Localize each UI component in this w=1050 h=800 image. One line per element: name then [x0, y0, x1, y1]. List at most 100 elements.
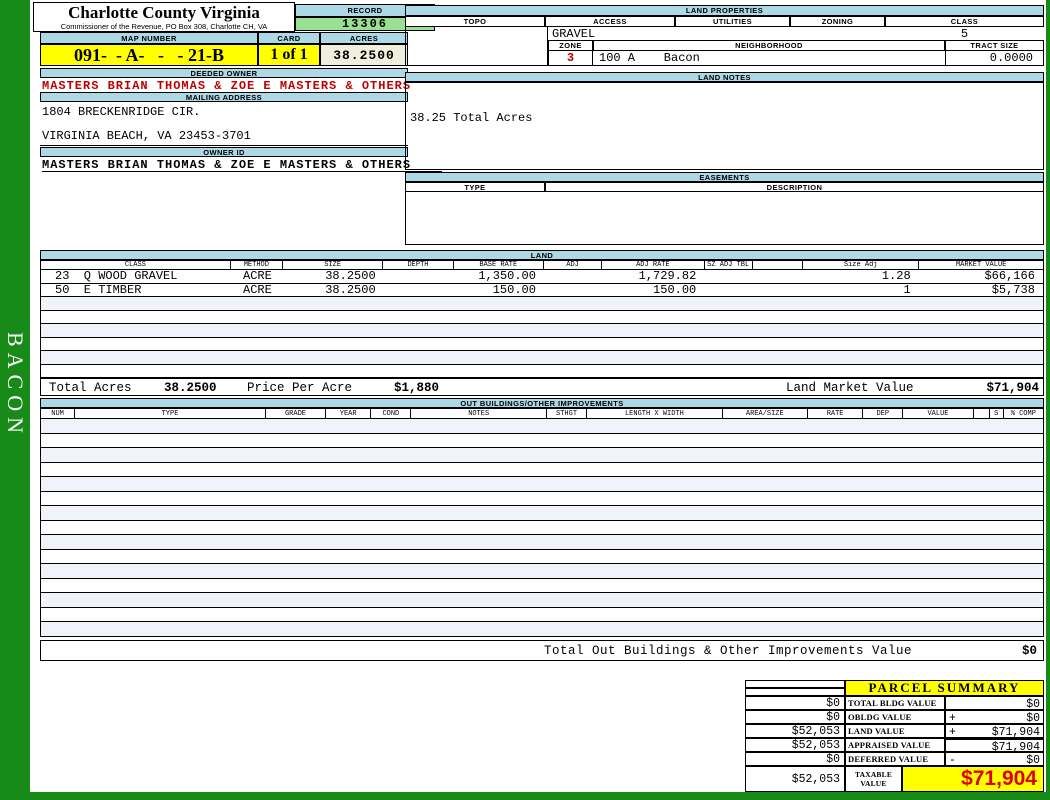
ob-empty-row: [40, 520, 1044, 535]
tract-size-value: 0.0000: [945, 51, 1044, 66]
summary-label-appraised-value: APPRAISED VALUE: [845, 738, 945, 752]
summary-prior-land-value: $52,053: [745, 724, 845, 738]
ob-empty-row: [40, 477, 1044, 492]
land-cell: [384, 270, 454, 283]
summary-prior-spacer: [745, 680, 845, 688]
land-section-label: LAND: [40, 250, 1044, 260]
land-cell: [544, 284, 602, 297]
ob-header-sthgt: STHGT: [546, 408, 588, 419]
land-header-blank: [752, 260, 803, 270]
acres-value: 38.2500: [320, 44, 408, 66]
out-buildings-total-bar: Total Out Buildings & Other Improvements…: [40, 640, 1044, 661]
topo-column-label: TOPO: [405, 16, 545, 27]
land-cell: 38.2500: [325, 269, 376, 283]
ob-empty-row: [40, 419, 1044, 434]
land-empty-row: [40, 297, 1044, 311]
land-market-value-label: Land Market Value: [786, 381, 914, 395]
land-notes-text: 38.25 Total Acres: [410, 111, 533, 125]
map-number-label: MAP NUMBER: [40, 32, 258, 44]
summary-value-obldg-value: + $0: [945, 710, 1044, 725]
topo-value: [405, 27, 548, 66]
county-title: Charlotte County Virginia: [68, 3, 260, 22]
land-cell: 1,729.82: [638, 269, 697, 283]
land-empty-row: [40, 324, 1044, 338]
out-buildings-total-label: Total Out Buildings & Other Improvements…: [544, 644, 913, 658]
card-value: 1 of 1: [258, 44, 320, 66]
neighborhood-sidebar: BACON: [0, 0, 30, 800]
ob-header-s: S: [989, 408, 1004, 419]
easement-description-column-label: DESCRIPTION: [545, 182, 1044, 192]
ob-header-year: YEAR: [326, 408, 372, 419]
land-cell: [752, 270, 802, 283]
easements-box: [405, 192, 1044, 245]
ob-empty-row: [40, 462, 1044, 477]
land-empty-row: [40, 364, 1044, 378]
zone-value: 3: [548, 51, 593, 66]
class-column-label: CLASS: [885, 16, 1044, 27]
summary-value-appraised-value: $71,904: [945, 738, 1044, 754]
ob-header-length-x-width: LENGTH X WIDTH: [587, 408, 723, 419]
land-cell: ACRE: [243, 282, 272, 297]
deeded-owner-value: MASTERS BRIAN THOMAS & ZOE E MASTERS & O…: [42, 79, 412, 93]
summary-prior-deferred-value: $0: [745, 752, 845, 766]
zoning-column-label: ZONING: [790, 16, 885, 27]
land-row: 23 Q WOOD GRAVEL ACRE 38.2500 1,350.00 1,729…: [40, 270, 1044, 284]
land-cell: 150.00: [492, 282, 536, 297]
land-cell: 23 Q WOOD GRAVEL: [55, 269, 178, 283]
ob-empty-row: [40, 578, 1044, 593]
ob-empty-row: [40, 564, 1044, 579]
land-cell: [384, 284, 454, 297]
county-subtitle: Commissioner of the Revenue, PO Box 308,…: [60, 22, 268, 31]
owner-id-value: MASTERS BRIAN THOMAS & ZOE E MASTERS & O…: [42, 158, 442, 172]
mailing-address-label: MAILING ADDRESS: [40, 92, 408, 102]
ob-header-row: NUM TYPE GRADE YEAR COND NOTES STHGT LENGTH X W…: [40, 408, 1044, 419]
land-header-sz-adj-tbl: SZ ADJ TBL: [704, 260, 753, 270]
access-column-label: ACCESS: [545, 16, 675, 27]
summary-prior-total-bldg-value: $0: [745, 696, 845, 710]
summary-taxable-value: $71,904: [902, 766, 1044, 792]
ob-header-comp: % COMP: [1003, 408, 1044, 419]
owner-id-label: OWNER ID: [40, 147, 408, 157]
ob-empty-row: [40, 491, 1044, 506]
land-cell: 1,350.00: [478, 269, 536, 283]
land-notes-box: 38.25 Total Acres: [405, 82, 1044, 170]
class-value: 5: [960, 26, 969, 41]
ob-empty-row: [40, 549, 1044, 564]
land-cell: [704, 284, 752, 297]
price-per-acre-label: Price Per Acre: [247, 381, 353, 395]
map-number-value: 091- - A- - - 21-B: [40, 44, 258, 66]
ob-empty-row: [40, 593, 1044, 608]
tract-size-column-label: TRACT SIZE: [945, 40, 1044, 51]
ob-empty-row: [40, 448, 1044, 463]
summary-value-deferred-value: - $0: [945, 752, 1044, 767]
land-cell: [544, 270, 602, 283]
ob-header-notes: NOTES: [411, 408, 547, 419]
price-per-acre-value: $1,880: [394, 381, 440, 395]
ob-header-area-size: AREA/SIZE: [722, 408, 808, 419]
total-acres-label: Total Acres: [49, 381, 132, 395]
ob-header-cond: COND: [371, 408, 412, 419]
county-header: Charlotte County Virginia Commissioner o…: [33, 2, 295, 32]
acres-label: ACRES: [320, 32, 408, 44]
easement-type-column-label: TYPE: [405, 182, 545, 192]
parcel-summary: PARCEL SUMMARY $0 TOTAL BLDG VALUE $0 $0 OBLD…: [745, 680, 1044, 792]
ob-empty-row: [40, 433, 1044, 448]
land-empty-row: [40, 310, 1044, 324]
ob-header-rate: RATE: [807, 408, 864, 419]
mailing-address-line1: 1804 BRECKENRIDGE CIR.: [42, 105, 201, 119]
land-market-value: $71,904: [986, 381, 1039, 395]
land-header-depth: DEPTH: [383, 260, 454, 270]
land-empty-row: [40, 351, 1044, 365]
summary-prior-obldg-value: $0: [745, 710, 845, 724]
land-properties-section: LAND PROPERTIES TOPO ACCESS UTILITIES ZO…: [405, 0, 1044, 250]
summary-value-total-bldg-value: $0: [945, 696, 1044, 711]
land-cell: [752, 284, 802, 297]
out-buildings-total-value: $0: [1021, 644, 1037, 658]
ob-header-num: NUM: [40, 408, 76, 419]
ob-header-grade: GRADE: [265, 408, 327, 419]
land-cell: $66,166: [984, 269, 1035, 283]
land-notes-section-label: LAND NOTES: [405, 72, 1044, 82]
summary-label-taxable-value: TAXABLE VALUE: [845, 766, 902, 792]
ob-empty-row: [40, 506, 1044, 521]
ob-header-dep: DEP: [863, 408, 904, 419]
